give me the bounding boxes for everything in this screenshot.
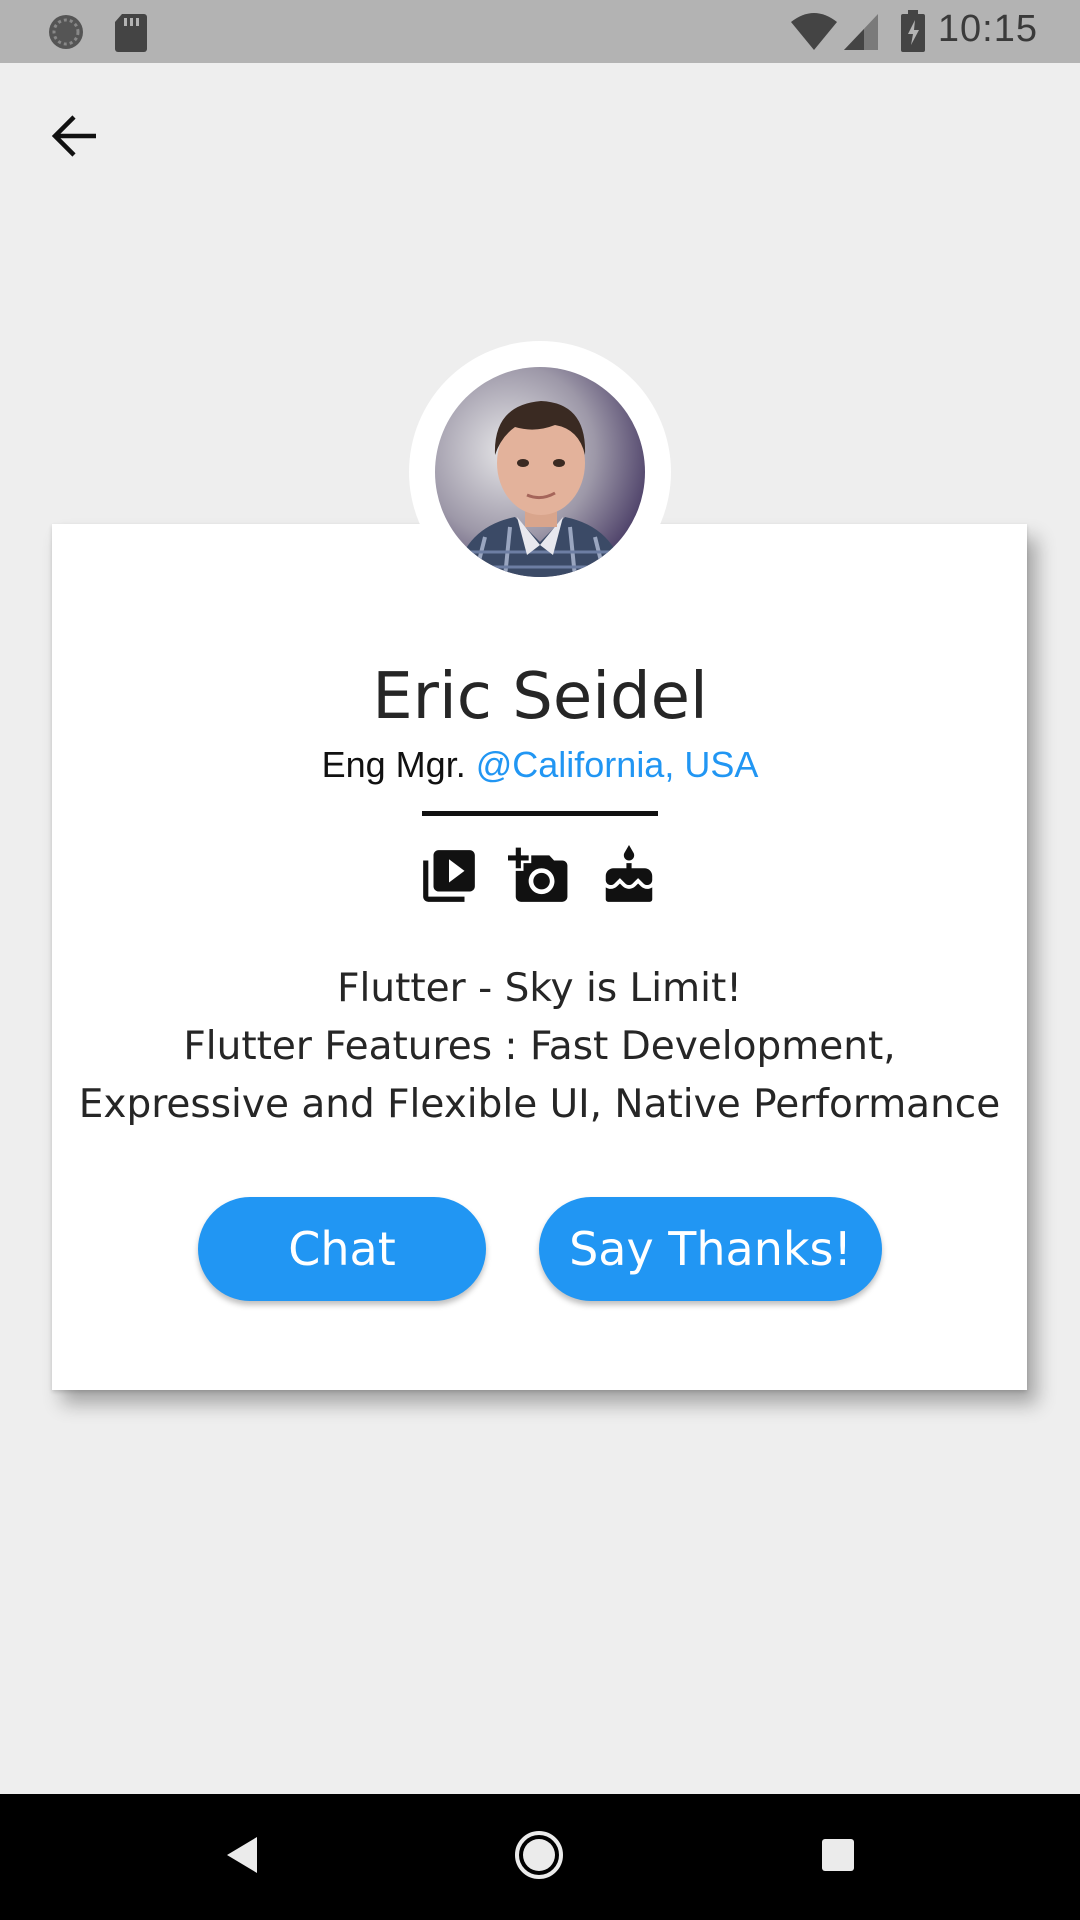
back-button[interactable] <box>36 100 112 176</box>
back-triangle-icon <box>221 1833 261 1881</box>
profile-location: @California, USA <box>475 744 759 785</box>
status-time: 10:15 <box>937 8 1038 50</box>
nav-back-button[interactable] <box>206 1822 276 1892</box>
recents-square-icon <box>820 1837 856 1877</box>
profile-description: Flutter - Sky is Limit! Flutter Features… <box>52 960 1027 1134</box>
sync-icon <box>46 12 86 56</box>
add-a-photo-icon[interactable] <box>508 845 570 907</box>
video-library-icon[interactable] <box>418 845 480 907</box>
nav-recents-button[interactable] <box>803 1822 873 1892</box>
navigation-bar <box>0 1794 1080 1920</box>
description-line: Expressive and Flexible UI, Native Perfo… <box>78 1082 1001 1127</box>
avatar <box>435 367 645 577</box>
profile-name: Eric Seidel <box>372 660 708 734</box>
battery-charging-icon <box>900 10 926 56</box>
description-line: Flutter Features : Fast Development, <box>183 1024 896 1069</box>
profile-screen: 10:15 Eric Seidel Eng Mgr. @California, … <box>0 0 1080 1920</box>
home-circle-icon <box>513 1829 565 1885</box>
status-bar: 10:15 <box>0 0 1080 63</box>
say-thanks-button[interactable]: Say Thanks! <box>539 1197 882 1301</box>
chat-button[interactable]: Chat <box>198 1197 486 1301</box>
cell-signal-icon <box>842 10 880 56</box>
nav-home-button[interactable] <box>504 1822 574 1892</box>
cake-icon[interactable] <box>598 845 660 907</box>
profile-subtitle: Eng Mgr. @California, USA <box>0 744 1080 786</box>
description-line: Flutter - Sky is Limit! <box>337 966 742 1011</box>
divider <box>422 811 658 816</box>
avatar-ring <box>409 341 671 603</box>
wifi-icon <box>790 10 838 56</box>
profile-icon-row <box>418 845 668 907</box>
sd-card-icon <box>114 12 148 56</box>
arrow-back-icon <box>50 114 98 162</box>
profile-role: Eng Mgr. <box>321 744 466 785</box>
